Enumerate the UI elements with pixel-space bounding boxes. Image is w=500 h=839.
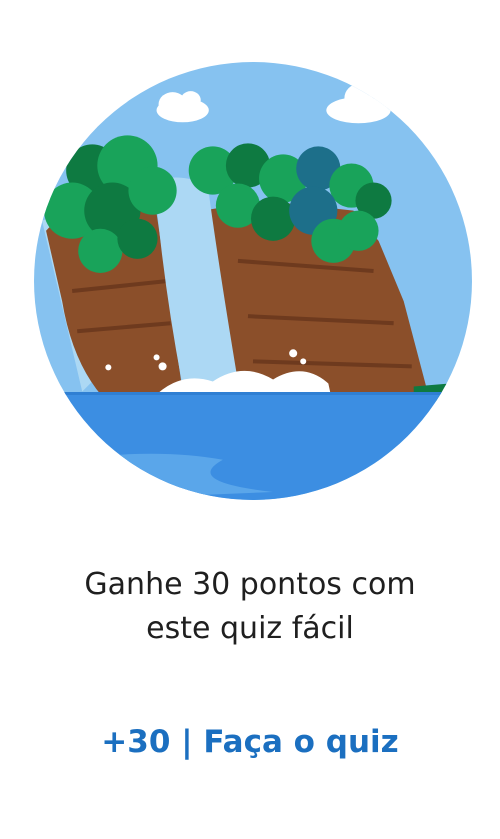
description-line-1: Ganhe 30 pontos com bbox=[84, 567, 416, 602]
take-quiz-link[interactable]: +30 | Faça o quiz bbox=[40, 720, 460, 764]
waterfall-illustration bbox=[34, 62, 472, 500]
water bbox=[34, 393, 472, 500]
description-line-2: este quiz fácil bbox=[146, 611, 354, 646]
quiz-description: Ganhe 30 pontos com este quiz fácil bbox=[40, 563, 460, 651]
quiz-card[interactable]: Ganhe 30 pontos com este quiz fácil +30 … bbox=[0, 0, 500, 839]
